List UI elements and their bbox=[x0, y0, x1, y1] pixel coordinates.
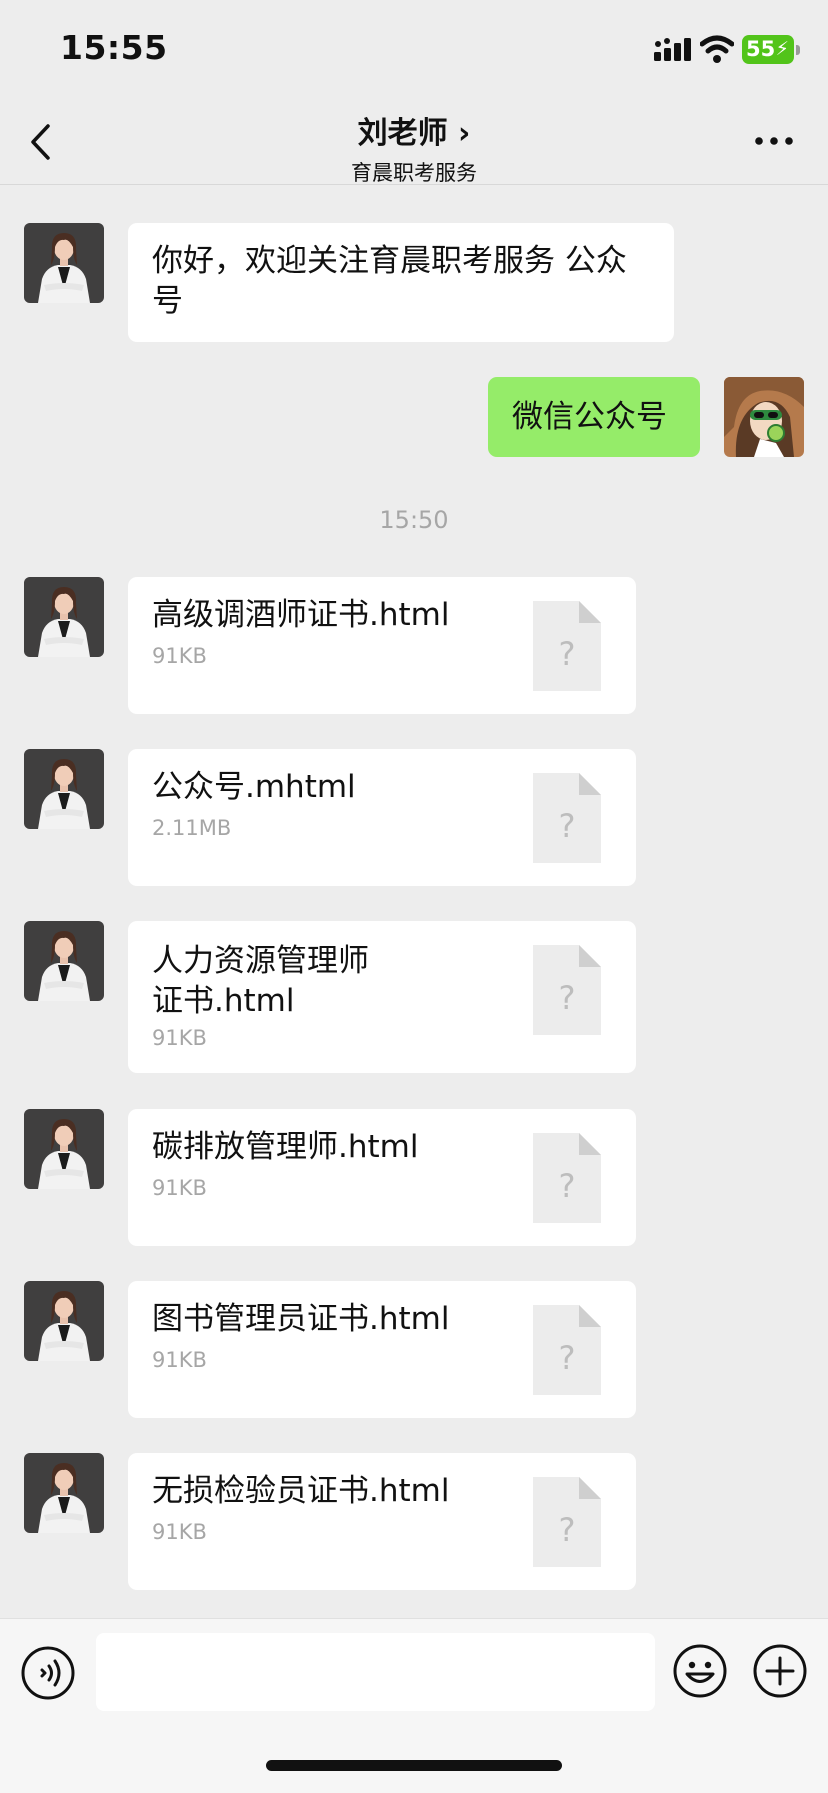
teacher-avatar[interactable] bbox=[24, 1453, 104, 1533]
smiley-icon[interactable] bbox=[672, 1643, 728, 1699]
cellular-signal-icon bbox=[654, 38, 691, 61]
file-size: 91KB bbox=[152, 1176, 207, 1200]
chat-subtitle: 育晨职考服务 bbox=[351, 161, 477, 185]
teacher-avatar[interactable] bbox=[24, 223, 104, 303]
file-size: 91KB bbox=[152, 644, 207, 668]
sent-message-text: 微信公众号 bbox=[512, 399, 667, 435]
welcome-message-text: 你好，欢迎关注育晨职考服务 公众号 bbox=[152, 243, 627, 319]
file-message-card[interactable]: 图书管理员证书.html 91KB bbox=[128, 1281, 636, 1418]
chat-title[interactable]: 刘老师 › bbox=[0, 108, 828, 152]
file-name: 碳排放管理师.html bbox=[152, 1129, 419, 1165]
file-message-card[interactable]: 碳排放管理师.html 91KB bbox=[128, 1109, 636, 1246]
status-time: 15:55 bbox=[60, 28, 168, 67]
file-name: 公众号.mhtml bbox=[152, 769, 356, 805]
teacher-avatar[interactable] bbox=[24, 577, 104, 657]
file-name: 图书管理员证书.html bbox=[152, 1301, 450, 1337]
voice-icon[interactable] bbox=[20, 1645, 76, 1701]
file-name: 无损检验员证书.html bbox=[152, 1473, 450, 1509]
battery-indicator: 55 ⚡ bbox=[742, 35, 800, 64]
home-indicator[interactable] bbox=[266, 1760, 562, 1771]
file-name: 高级调酒师证书.html bbox=[152, 597, 450, 633]
file-name: 人力资源管理师证书.html bbox=[152, 943, 369, 1019]
status-bar: 15:55 55 ⚡ bbox=[0, 0, 828, 100]
teacher-avatar[interactable] bbox=[24, 1281, 104, 1361]
file-size: 91KB bbox=[152, 1026, 207, 1050]
message-timestamp: 15:50 bbox=[379, 506, 449, 534]
chat-title-area[interactable]: 刘老师 › 育晨职考服务 bbox=[0, 108, 828, 187]
battery-nub bbox=[796, 45, 800, 55]
file-message-card[interactable]: 人力资源管理师证书.html 91KB bbox=[128, 921, 636, 1073]
unknown-file-icon bbox=[533, 1477, 601, 1567]
ellipsis-icon[interactable] bbox=[754, 134, 794, 148]
file-message-card[interactable]: 公众号.mhtml 2.11MB bbox=[128, 749, 636, 886]
file-message-card[interactable]: 高级调酒师证书.html 91KB bbox=[128, 577, 636, 714]
welcome-message-bubble[interactable]: 你好，欢迎关注育晨职考服务 公众号 bbox=[128, 223, 674, 342]
teacher-avatar[interactable] bbox=[24, 749, 104, 829]
file-size: 91KB bbox=[152, 1348, 207, 1372]
file-size: 91KB bbox=[152, 1520, 207, 1544]
file-message-card[interactable]: 无损检验员证书.html 91KB bbox=[128, 1453, 636, 1590]
chat-header: 刘老师 › 育晨职考服务 bbox=[0, 100, 828, 185]
unknown-file-icon bbox=[533, 601, 601, 691]
unknown-file-icon bbox=[533, 945, 601, 1035]
unknown-file-icon bbox=[533, 1133, 601, 1223]
teacher-avatar[interactable] bbox=[24, 1109, 104, 1189]
charging-bolt-icon: ⚡ bbox=[775, 38, 789, 60]
message-input[interactable] bbox=[96, 1633, 655, 1711]
file-size: 2.11MB bbox=[152, 816, 232, 840]
unknown-file-icon bbox=[533, 773, 601, 863]
user-avatar[interactable] bbox=[724, 377, 804, 457]
sent-message-bubble[interactable]: 微信公众号 bbox=[488, 377, 700, 457]
teacher-avatar[interactable] bbox=[24, 921, 104, 1001]
battery-level: 55 bbox=[746, 37, 776, 61]
unknown-file-icon bbox=[533, 1305, 601, 1395]
plus-icon[interactable] bbox=[752, 1643, 808, 1699]
wifi-icon bbox=[700, 35, 734, 63]
